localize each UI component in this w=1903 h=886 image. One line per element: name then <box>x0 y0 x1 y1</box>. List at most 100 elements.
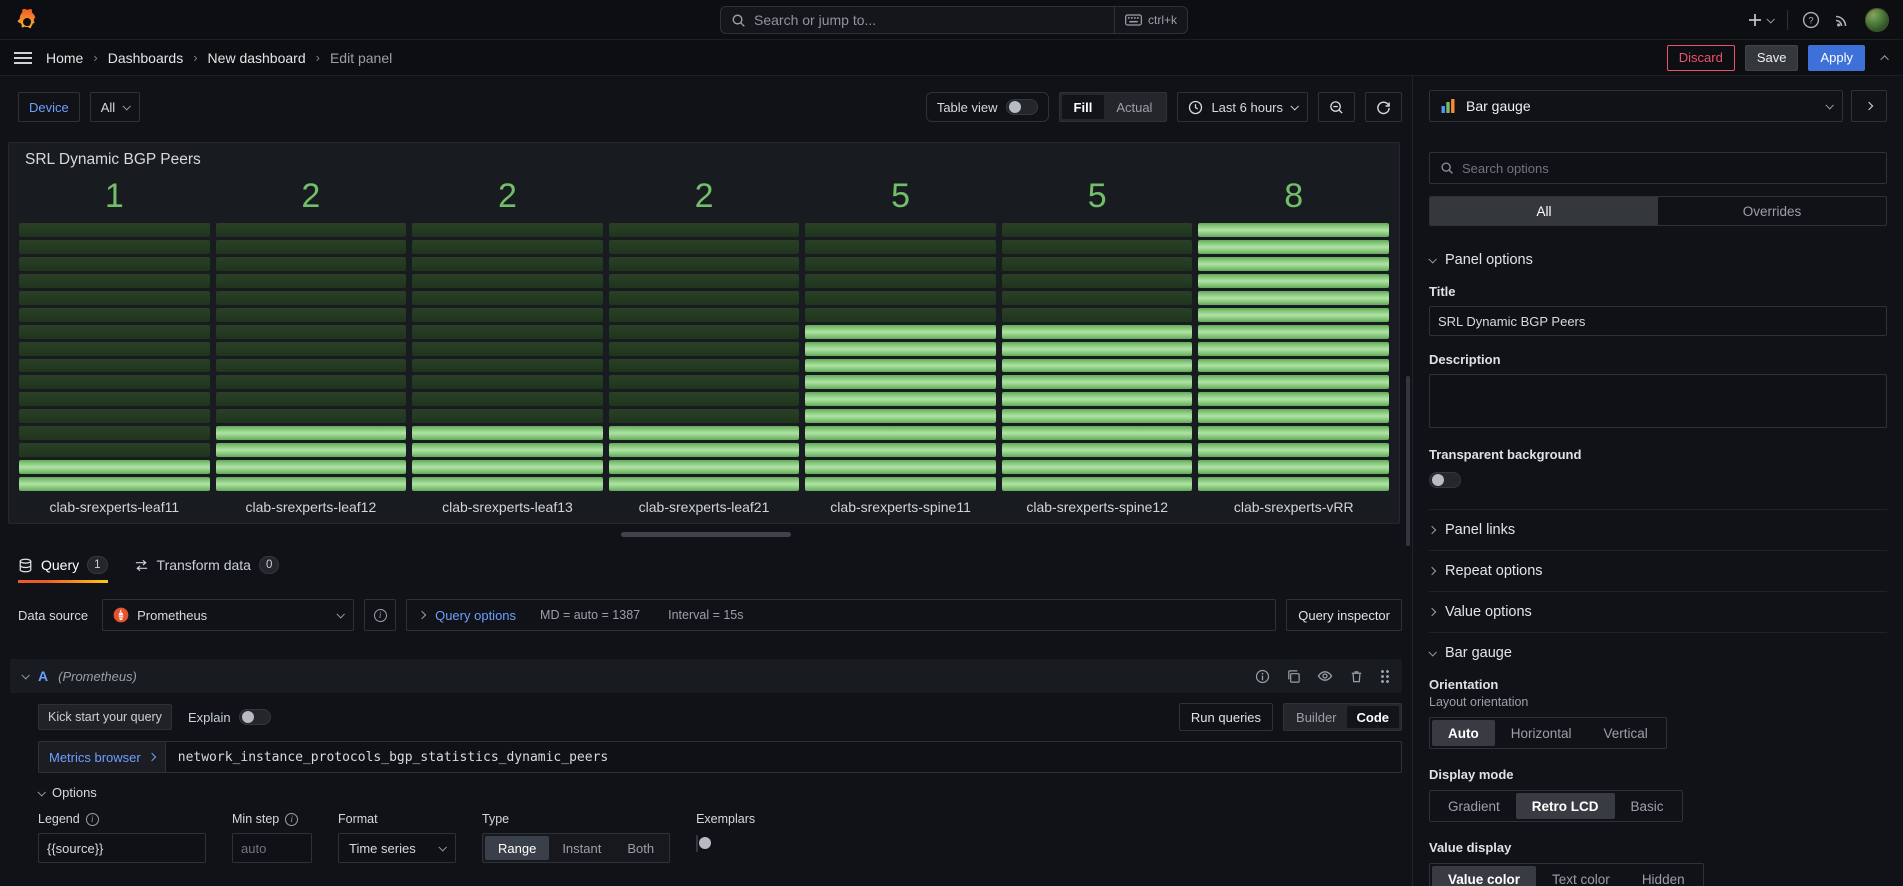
query-help-icon[interactable] <box>1255 669 1270 684</box>
display-gradient-option[interactable]: Gradient <box>1432 793 1516 819</box>
hidden-option[interactable]: Hidden <box>1626 866 1701 886</box>
variable-device-label[interactable]: Device <box>18 92 80 122</box>
tab-all[interactable]: All <box>1430 197 1658 225</box>
options-search-input[interactable]: Search options <box>1429 152 1887 184</box>
lcd-cell-lit <box>805 477 996 491</box>
query-options-link[interactable]: Query options <box>435 608 516 623</box>
lcd-cell-unlit <box>609 409 800 423</box>
visualization-picker[interactable]: Bar gauge <box>1429 90 1843 122</box>
type-range-option[interactable]: Range <box>485 836 549 860</box>
duplicate-query-icon[interactable] <box>1286 669 1301 684</box>
query-row-header[interactable]: A (Prometheus) <box>10 659 1402 693</box>
builder-code-segment: Builder Code <box>1283 703 1402 731</box>
table-view-switch[interactable] <box>1006 99 1038 115</box>
lcd-cell-lit <box>609 426 800 440</box>
nav-actions: ? <box>1747 8 1889 32</box>
panel-links-section[interactable]: Panel links <box>1429 509 1887 550</box>
user-avatar[interactable] <box>1865 8 1889 32</box>
lcd-cell-lit <box>609 460 800 474</box>
chevron-down-icon <box>123 102 131 110</box>
transparent-background-label: Transparent background <box>1429 447 1887 462</box>
datasource-picker[interactable]: Prometheus <box>102 599 354 631</box>
actual-option[interactable]: Actual <box>1104 95 1164 119</box>
value-options-section[interactable]: Value options <box>1429 591 1887 632</box>
lcd-cell-unlit <box>216 325 407 339</box>
tab-query[interactable]: Query 1 <box>18 556 108 583</box>
tab-overrides[interactable]: Overrides <box>1658 197 1886 225</box>
hide-query-eye-icon[interactable] <box>1317 668 1333 684</box>
tab-transform-data[interactable]: Transform data 0 <box>134 556 280 583</box>
drag-query-handle-icon[interactable] <box>1380 669 1390 683</box>
bar-gauge-options-header[interactable]: Bar gauge <box>1429 645 1887 661</box>
time-range-picker[interactable]: Last 6 hours <box>1177 92 1308 122</box>
code-option[interactable]: Code <box>1347 706 1400 728</box>
display-basic-option[interactable]: Basic <box>1615 793 1680 819</box>
chevron-down-icon <box>438 843 446 851</box>
exemplars-switch[interactable] <box>696 835 698 852</box>
lcd-cell-unlit <box>216 223 407 237</box>
orientation-horizontal-option[interactable]: Horizontal <box>1495 720 1588 746</box>
news-rss-button[interactable] <box>1834 11 1851 28</box>
display-retro-lcd-option[interactable]: Retro LCD <box>1516 793 1615 819</box>
lcd-cell-unlit <box>609 240 800 254</box>
breadcrumb-edit-panel: Edit panel <box>330 50 392 66</box>
query-inspector-button[interactable]: Query inspector <box>1286 599 1402 631</box>
fill-option[interactable]: Fill <box>1062 95 1105 119</box>
promql-expression-input[interactable]: network_instance_protocols_bgp_statistic… <box>165 741 1402 773</box>
table-view-toggle[interactable]: Table view <box>926 92 1049 122</box>
metrics-browser-button[interactable]: Metrics browser <box>38 741 165 773</box>
collapse-sidebar-button[interactable] <box>1851 90 1887 122</box>
breadcrumb-dashboards[interactable]: Dashboards <box>108 50 184 66</box>
panel-title-input[interactable] <box>1429 306 1887 336</box>
discard-button[interactable]: Discard <box>1667 45 1735 71</box>
breadcrumb-home[interactable]: Home <box>46 50 83 66</box>
query-ref-id: A <box>38 668 48 684</box>
left-pane-scrollbar[interactable] <box>1406 376 1410 546</box>
lcd-cell-lit <box>216 443 407 457</box>
chevron-right-icon <box>1428 567 1436 575</box>
text-color-option[interactable]: Text color <box>1536 866 1626 886</box>
builder-option[interactable]: Builder <box>1286 706 1346 728</box>
delete-query-trash-icon[interactable] <box>1349 669 1364 684</box>
panel-options-header[interactable]: Panel options <box>1429 252 1887 268</box>
lcd-cell-unlit <box>609 274 800 288</box>
apply-button[interactable]: Apply <box>1808 45 1865 71</box>
explain-switch[interactable] <box>239 709 271 725</box>
datasource-help-button[interactable]: i <box>364 599 396 631</box>
type-both-option[interactable]: Both <box>614 836 667 860</box>
breadcrumb-new-dashboard[interactable]: New dashboard <box>208 50 306 66</box>
lcd-cell-unlit <box>1002 274 1193 288</box>
add-button[interactable] <box>1747 12 1773 28</box>
legend-input[interactable] <box>38 833 206 863</box>
collapse-options-pane-button[interactable] <box>1883 55 1889 61</box>
editor-resize-handle[interactable] <box>621 532 791 537</box>
save-button[interactable]: Save <box>1745 45 1799 71</box>
bar-gauge-visualization: 1 clab-srexperts-leaf11 2 clab-srexperts… <box>9 171 1399 523</box>
menu-icon[interactable] <box>14 52 32 64</box>
chevron-right-icon <box>418 611 426 619</box>
help-button[interactable]: ? <box>1802 11 1820 29</box>
lcd-cell-unlit <box>216 392 407 406</box>
panel-description-textarea[interactable] <box>1429 374 1887 428</box>
min-step-input[interactable] <box>232 833 312 863</box>
format-select[interactable]: Time series <box>338 833 456 863</box>
zoom-out-time-button[interactable] <box>1318 92 1355 122</box>
lcd-cell-lit <box>1002 325 1193 339</box>
repeat-options-section[interactable]: Repeat options <box>1429 550 1887 591</box>
kick-start-query-button[interactable]: Kick start your query <box>38 704 172 730</box>
run-queries-button[interactable]: Run queries <box>1179 703 1273 731</box>
breadcrumb-separator: › <box>193 50 197 65</box>
variable-device-value-dropdown[interactable]: All <box>90 92 140 122</box>
orientation-vertical-option[interactable]: Vertical <box>1588 720 1664 746</box>
gauge-value: 2 <box>216 171 407 223</box>
value-color-option[interactable]: Value color <box>1432 866 1536 886</box>
transparent-background-switch[interactable] <box>1429 472 1461 488</box>
gauge-value: 2 <box>609 171 800 223</box>
chevron-down-icon[interactable] <box>21 671 29 679</box>
grafana-logo-icon[interactable] <box>14 8 38 32</box>
type-instant-option[interactable]: Instant <box>549 836 614 860</box>
refresh-button[interactable] <box>1365 92 1402 122</box>
search-bar[interactable]: Search or jump to... ctrl+k <box>720 6 1188 34</box>
orientation-auto-option[interactable]: Auto <box>1432 720 1495 746</box>
options-section-toggle[interactable]: Options <box>38 785 1402 800</box>
